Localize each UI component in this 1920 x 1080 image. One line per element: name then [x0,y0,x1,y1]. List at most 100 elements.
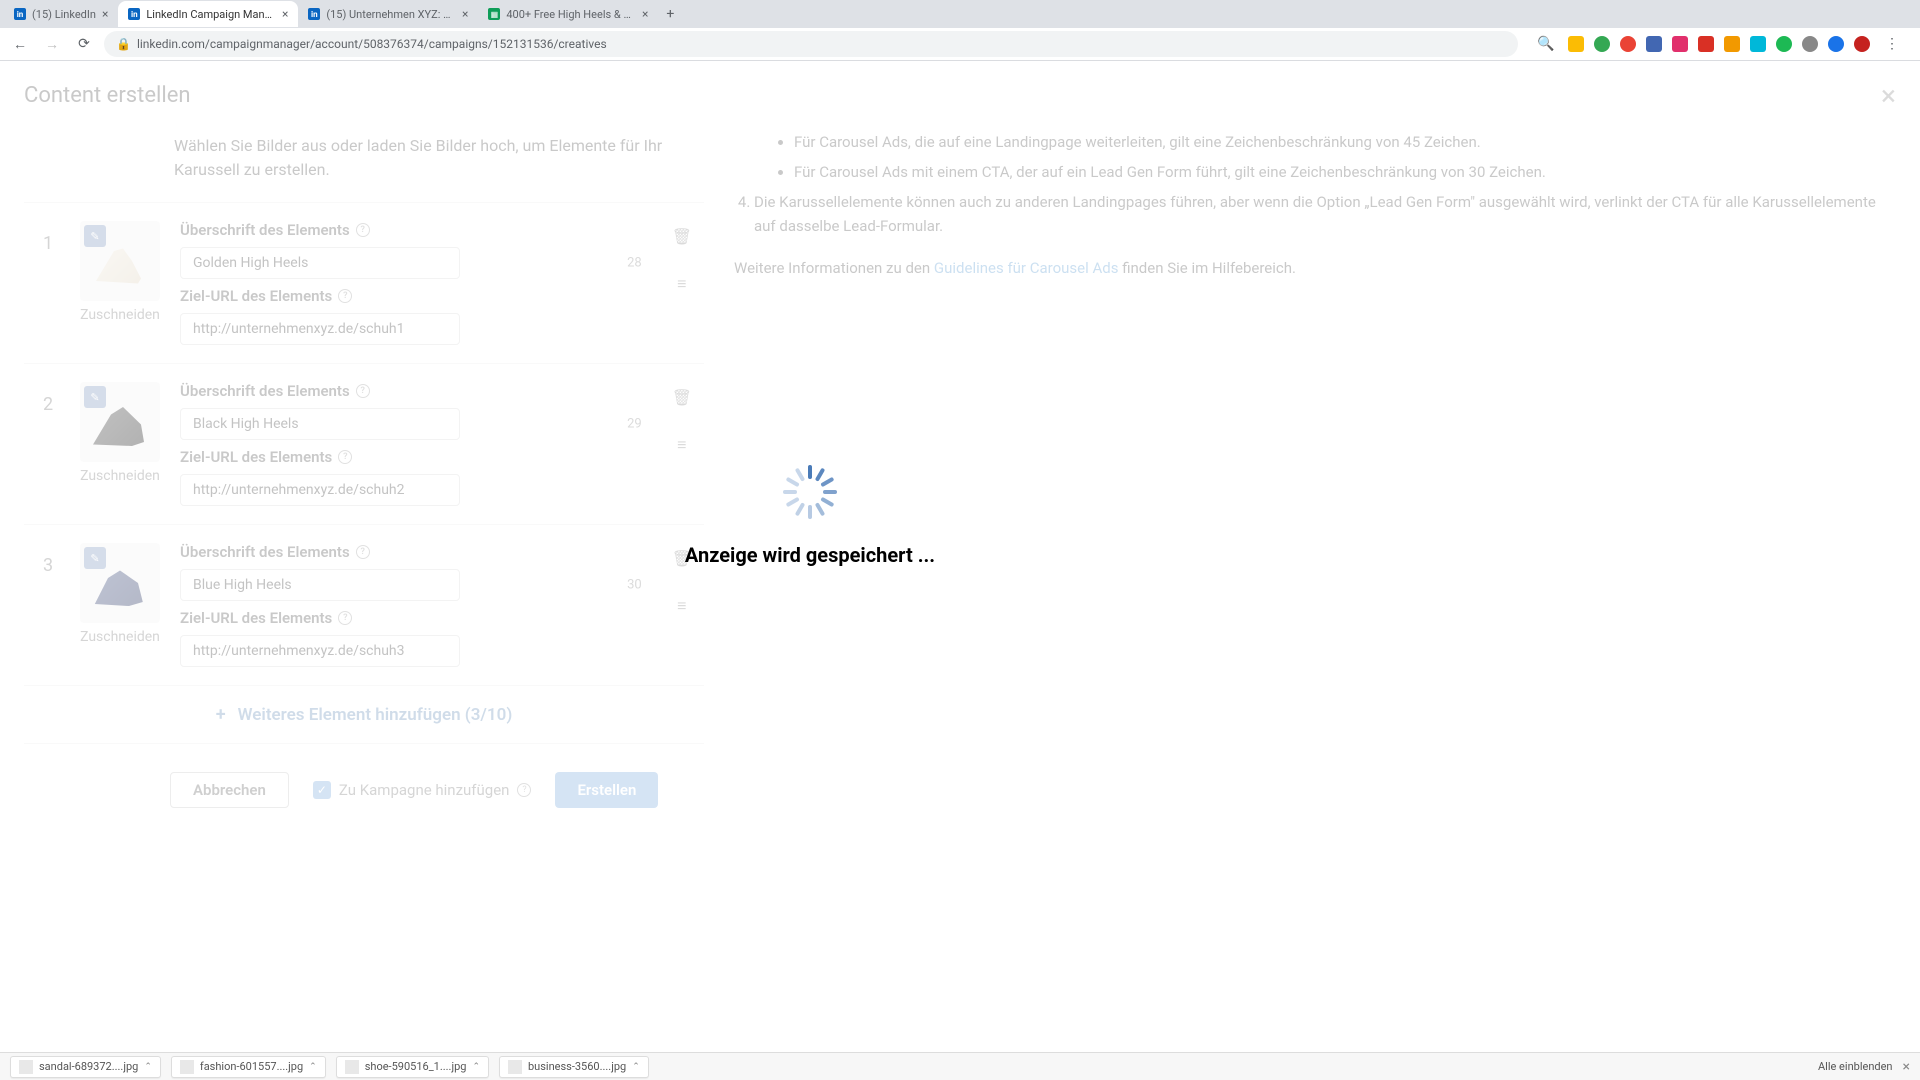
info-ordered-item: Die Karussellelemente können auch zu and… [754,190,1896,238]
close-icon[interactable]: × [642,7,648,21]
forward-button[interactable]: → [40,32,64,56]
help-icon[interactable]: ? [338,450,352,464]
file-icon [345,1060,359,1074]
url-input[interactable] [180,313,460,345]
label-text: Überschrift des Elements [180,382,350,400]
lock-icon: 🔒 [116,37,131,51]
char-count: 28 [627,256,642,271]
tab-title: 400+ Free High Heels & Shoe [506,8,636,21]
carousel-card: 1 ✎ Zuschneiden Überschrift des Elements… [24,202,704,363]
url-label: Ziel-URL des Elements ? [180,287,652,305]
download-filename: business-3560....jpg [528,1060,626,1073]
extension-icon[interactable] [1620,36,1636,52]
label-text: Ziel-URL des Elements [180,448,332,466]
chevron-up-icon[interactable]: ⌃ [144,1062,152,1072]
extension-icon[interactable] [1776,36,1792,52]
reload-button[interactable]: ⟳ [72,32,96,56]
thumbnail[interactable]: ✎ [80,543,160,623]
close-downloads-bar[interactable]: × [1903,1059,1910,1075]
help-icon[interactable]: ? [356,384,370,398]
page-header: Content erstellen × [0,61,1920,124]
drag-handle-icon[interactable]: ≡ [677,435,686,455]
sheets-icon: ▦ [488,8,500,20]
extension-icon[interactable] [1672,36,1688,52]
download-item[interactable]: shoe-590516_1....jpg ⌃ [336,1056,489,1078]
chevron-up-icon[interactable]: ⌃ [309,1062,317,1072]
headline-input[interactable] [180,569,460,601]
extension-icon[interactable] [1698,36,1714,52]
extension-icon[interactable] [1568,36,1584,52]
download-item[interactable]: sandal-689372....jpg ⌃ [10,1056,161,1078]
browser-chrome: in (15) LinkedIn × in LinkedIn Campaign … [0,0,1920,61]
delete-icon[interactable]: 🗑 [672,388,692,407]
info-panel: Für Carousel Ads, die auf eine Landingpa… [734,124,1896,744]
cancel-button[interactable]: Abbrechen [170,772,289,808]
add-to-campaign-checkbox[interactable]: ✓ Zu Kampagne hinzufügen ? [313,781,532,799]
download-filename: fashion-601557....jpg [200,1060,303,1073]
headline-input[interactable] [180,247,460,279]
help-icon[interactable]: ? [356,223,370,237]
browser-tab[interactable]: ▦ 400+ Free High Heels & Shoe × [478,1,658,27]
linkedin-icon: in [14,8,26,20]
headline-label: Überschrift des Elements ? [180,221,652,239]
loading-text: Anzeige wird gespeichert ... [685,543,935,567]
close-icon[interactable]: × [462,7,468,21]
label-text: Ziel-URL des Elements [180,609,332,627]
chevron-up-icon[interactable]: ⌃ [632,1062,640,1072]
download-filename: sandal-689372....jpg [39,1060,138,1073]
extension-icon[interactable] [1724,36,1740,52]
menu-icon[interactable]: ⋮ [1880,32,1904,56]
url-text: linkedin.com/campaignmanager/account/508… [137,37,607,51]
checkbox-label: Zu Kampagne hinzufügen [339,781,510,799]
char-count: 30 [627,578,642,593]
edit-icon[interactable]: ✎ [84,225,106,247]
download-item[interactable]: fashion-601557....jpg ⌃ [171,1056,326,1078]
crop-button[interactable]: Zuschneiden [80,307,160,323]
create-button[interactable]: Erstellen [555,772,658,808]
headline-input[interactable] [180,408,460,440]
back-button[interactable]: ← [8,32,32,56]
extension-icon[interactable] [1828,36,1844,52]
close-icon[interactable]: × [102,7,108,21]
guidelines-link[interactable]: Guidelines für Carousel Ads [934,259,1119,277]
thumbnail[interactable]: ✎ [80,382,160,462]
crop-button[interactable]: Zuschneiden [80,629,160,645]
browser-tab[interactable]: in (15) Unternehmen XYZ: Admin × [298,1,478,27]
add-element-label: Weiteres Element hinzufügen (3/10) [238,705,513,725]
url-input[interactable] [180,474,460,506]
extension-icon[interactable] [1802,36,1818,52]
info-bullet: Für Carousel Ads mit einem CTA, der auf … [794,160,1896,184]
avatar[interactable] [1854,36,1870,52]
close-modal-button[interactable]: × [1881,79,1896,112]
label-text: Überschrift des Elements [180,221,350,239]
info-bullet: Für Carousel Ads, die auf eine Landingpa… [794,130,1896,154]
help-icon[interactable]: ? [356,545,370,559]
show-all-downloads[interactable]: Alle einblenden [1818,1060,1893,1073]
extension-icon[interactable] [1750,36,1766,52]
download-item[interactable]: business-3560....jpg ⌃ [499,1056,649,1078]
crop-button[interactable]: Zuschneiden [80,468,160,484]
close-icon[interactable]: × [282,7,288,21]
delete-icon[interactable]: 🗑 [672,549,692,568]
extension-icon[interactable] [1646,36,1662,52]
help-icon[interactable]: ? [517,783,531,797]
help-icon[interactable]: ? [338,611,352,625]
headline-label: Überschrift des Elements ? [180,543,652,561]
drag-handle-icon[interactable]: ≡ [677,274,686,294]
chevron-up-icon[interactable]: ⌃ [472,1062,480,1072]
drag-handle-icon[interactable]: ≡ [677,596,686,616]
help-icon[interactable]: ? [338,289,352,303]
browser-tab[interactable]: in LinkedIn Campaign Manager × [118,1,298,27]
zoom-icon[interactable]: 🔍 [1534,32,1558,56]
thumbnail[interactable]: ✎ [80,221,160,301]
delete-icon[interactable]: 🗑 [672,227,692,246]
extension-icon[interactable] [1594,36,1610,52]
url-field[interactable]: 🔒 linkedin.com/campaignmanager/account/5… [104,31,1518,57]
add-element-button[interactable]: + Weiteres Element hinzufügen (3/10) [24,685,704,744]
browser-tab[interactable]: in (15) LinkedIn × [4,1,118,27]
new-tab-button[interactable]: + [658,6,682,22]
url-input[interactable] [180,635,460,667]
edit-icon[interactable]: ✎ [84,547,106,569]
tab-title: LinkedIn Campaign Manager [146,8,276,21]
edit-icon[interactable]: ✎ [84,386,106,408]
